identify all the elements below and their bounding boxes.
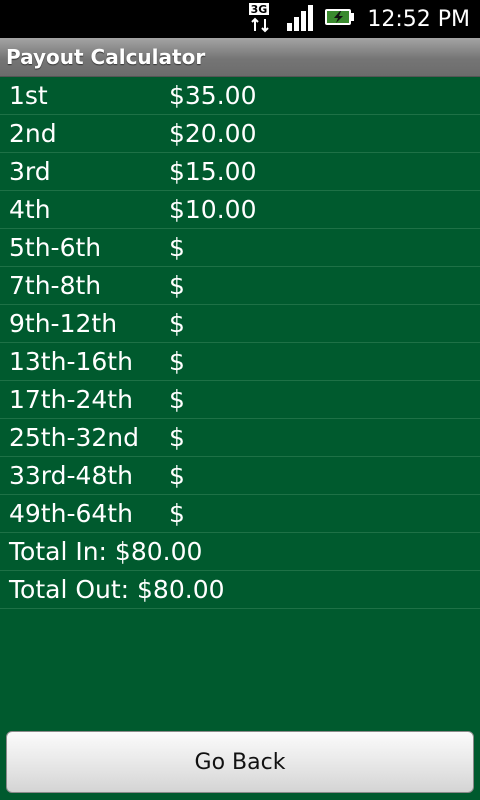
payout-row: 2nd $20.00 [0, 115, 480, 153]
payout-place: 1st [9, 81, 48, 110]
payout-row: 4th $10.00 [0, 191, 480, 229]
total-in-row: Total In: $80.00 [0, 533, 480, 571]
status-bar: 3G 12:52 PM [0, 0, 480, 38]
total-out-row: Total Out: $80.00 [0, 571, 480, 609]
payout-place: 3rd [9, 157, 51, 186]
title-bar: Payout Calculator [0, 38, 480, 77]
3g-data-icon: 3G [247, 1, 279, 37]
payout-place: 9th-12th [9, 309, 118, 338]
total-in: Total In: $80.00 [9, 537, 203, 566]
payout-amount: $ [169, 347, 185, 376]
payout-row: 7th-8th $ [0, 267, 480, 305]
payout-row: 17th-24th $ [0, 381, 480, 419]
payout-place: 4th [9, 195, 51, 224]
payout-place: 5th-6th [9, 233, 102, 262]
payout-row: 25th-32nd $ [0, 419, 480, 457]
payout-list: 1st $35.00 2nd $20.00 3rd $15.00 4th $10… [0, 77, 480, 609]
payout-amount: $ [169, 233, 185, 262]
payout-place: 7th-8th [9, 271, 102, 300]
payout-amount: $10.00 [169, 195, 257, 224]
payout-place: 13th-16th [9, 347, 133, 376]
payout-amount: $ [169, 271, 185, 300]
payout-row: 49th-64th $ [0, 495, 480, 533]
payout-place: 49th-64th [9, 499, 133, 528]
payout-place: 17th-24th [9, 385, 133, 414]
payout-row: 5th-6th $ [0, 229, 480, 267]
payout-amount: $ [169, 423, 185, 452]
total-out: Total Out: $80.00 [9, 575, 225, 604]
payout-place: 25th-32nd [9, 423, 140, 452]
battery-charging-icon [323, 1, 355, 37]
payout-amount: $ [169, 309, 185, 338]
payout-place: 2nd [9, 119, 57, 148]
payout-row: 33rd-48th $ [0, 457, 480, 495]
payout-amount: $ [169, 461, 185, 490]
payout-amount: $ [169, 385, 185, 414]
payout-amount: $35.00 [169, 81, 257, 110]
payout-row: 13th-16th $ [0, 343, 480, 381]
3g-label: 3G [251, 3, 268, 16]
payout-row: 1st $35.00 [0, 77, 480, 115]
status-icons: 3G 12:52 PM [247, 2, 470, 36]
payout-amount: $ [169, 499, 185, 528]
status-time: 12:52 PM [367, 6, 470, 32]
payout-row: 3rd $15.00 [0, 153, 480, 191]
payout-place: 33rd-48th [9, 461, 133, 490]
app-title: Payout Calculator [6, 45, 206, 69]
payout-amount: $15.00 [169, 157, 257, 186]
payout-amount: $20.00 [169, 119, 257, 148]
go-back-button[interactable]: Go Back [6, 731, 474, 793]
signal-strength-icon [285, 1, 317, 37]
payout-row: 9th-12th $ [0, 305, 480, 343]
